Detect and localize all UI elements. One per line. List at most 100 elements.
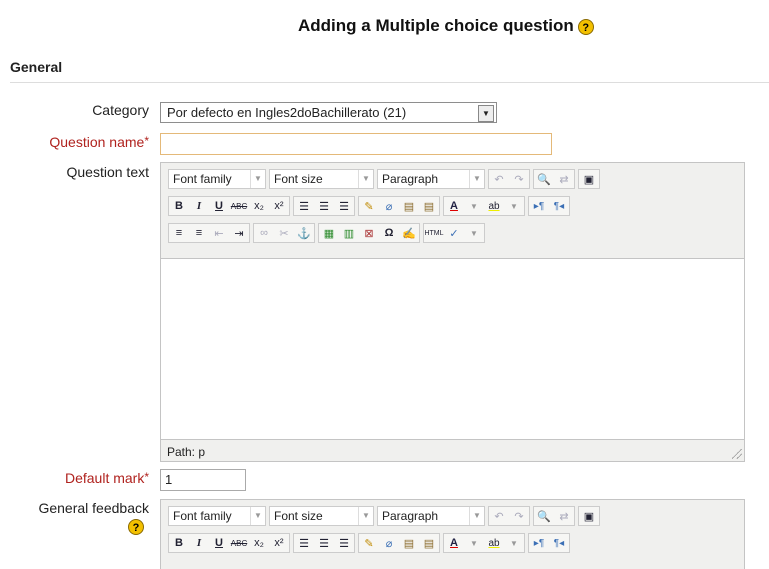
paste-text-icon[interactable]: ▤ xyxy=(399,533,419,553)
unlink-icon[interactable]: ✂ xyxy=(274,223,294,243)
help-icon[interactable]: ? xyxy=(577,18,594,35)
insert-group: ▦ ▥ ⊠ Ω ✍ xyxy=(318,223,420,243)
color-group: A ▼ ab ▼ xyxy=(443,533,525,553)
font-family-dropdown[interactable]: Font family ▼ xyxy=(168,506,266,526)
paragraph-text: Paragraph xyxy=(382,509,439,523)
chevron-down-icon[interactable]: ▼ xyxy=(464,196,484,216)
chevron-down-icon: ▼ xyxy=(250,507,265,525)
image-icon[interactable]: ▦ xyxy=(319,223,339,243)
paragraph-dropdown[interactable]: Paragraph ▼ xyxy=(377,169,485,189)
highlight-color-icon[interactable]: ab xyxy=(484,196,504,216)
default-mark-input[interactable]: 1 xyxy=(160,469,246,491)
html-icon[interactable]: HTML xyxy=(424,223,444,243)
chevron-down-icon[interactable]: ▼ xyxy=(504,196,524,216)
chevron-down-icon: ▼ xyxy=(358,507,373,525)
search-group: 🔍 ⇄ xyxy=(533,169,575,189)
question-name-input[interactable] xyxy=(160,133,552,155)
find-icon[interactable]: 🔍 xyxy=(534,506,554,526)
subscript-icon[interactable]: x₂ xyxy=(249,196,269,216)
align-right-icon[interactable]: ☰ xyxy=(334,533,354,553)
question-text-label: Question text xyxy=(66,164,150,180)
paragraph-dropdown[interactable]: Paragraph ▼ xyxy=(377,506,485,526)
chevron-down-icon[interactable]: ▼ xyxy=(504,533,524,553)
media-icon[interactable]: ▥ xyxy=(339,223,359,243)
direction-group: ▸¶ ¶◂ xyxy=(528,533,570,553)
chevron-down-icon[interactable]: ▼ xyxy=(464,533,484,553)
outdent-icon[interactable]: ⇤ xyxy=(209,223,229,243)
redo-icon[interactable]: ↷ xyxy=(509,506,529,526)
paste-text-icon[interactable]: ▤ xyxy=(399,196,419,216)
equation-icon[interactable]: ⊠ xyxy=(359,223,379,243)
fullscreen-icon[interactable]: ▣ xyxy=(579,169,599,189)
align-center-icon[interactable]: ☰ xyxy=(314,533,334,553)
ltr-icon[interactable]: ▸¶ xyxy=(529,196,549,216)
color-group: A ▼ ab ▼ xyxy=(443,196,525,216)
eraser-icon[interactable]: ⌀ xyxy=(379,533,399,553)
font-size-dropdown[interactable]: Font size ▼ xyxy=(269,506,374,526)
rtl-icon[interactable]: ¶◂ xyxy=(549,196,569,216)
chevron-down-icon[interactable]: ▼ xyxy=(478,105,494,122)
align-right-icon[interactable]: ☰ xyxy=(334,196,354,216)
chevron-down-icon[interactable]: ▼ xyxy=(464,223,484,243)
clipboard-group: ✎ ⌀ ▤ ▤ xyxy=(358,196,440,216)
bold-icon[interactable]: B xyxy=(169,196,189,216)
text-color-icon[interactable]: A xyxy=(444,533,464,553)
superscript-icon[interactable]: x² xyxy=(269,533,289,553)
align-left-icon[interactable]: ☰ xyxy=(294,533,314,553)
align-center-icon[interactable]: ☰ xyxy=(314,196,334,216)
help-icon[interactable]: ? xyxy=(128,519,144,535)
font-size-dropdown[interactable]: Font size ▼ xyxy=(269,169,374,189)
font-family-text: Font family xyxy=(173,172,232,186)
category-select[interactable]: Por defecto en Ingles2doBachillerato (21… xyxy=(160,102,497,123)
rtl-icon[interactable]: ¶◂ xyxy=(549,533,569,553)
italic-icon[interactable]: I xyxy=(189,196,209,216)
paste-word-icon[interactable]: ▤ xyxy=(419,196,439,216)
superscript-icon[interactable]: x² xyxy=(269,196,289,216)
format-group: B I U ABC x₂ x² xyxy=(168,196,290,216)
font-size-text: Font size xyxy=(274,172,323,186)
section-divider xyxy=(10,82,769,83)
redo-icon[interactable]: ↷ xyxy=(509,169,529,189)
resize-handle-icon[interactable] xyxy=(732,449,742,459)
bullet-list-icon[interactable]: ≡ xyxy=(169,223,189,243)
anchor-icon[interactable]: ⚓ xyxy=(294,223,314,243)
special-char-icon[interactable]: Ω xyxy=(379,223,399,243)
link-icon[interactable]: ∞ xyxy=(254,223,274,243)
find-icon[interactable]: 🔍 xyxy=(534,169,554,189)
indent-icon[interactable]: ⇥ xyxy=(229,223,249,243)
strikethrough-icon[interactable]: ABC xyxy=(229,533,249,553)
underline-icon[interactable]: U xyxy=(209,196,229,216)
section-general[interactable]: General xyxy=(10,59,62,75)
align-group: ☰ ☰ ☰ xyxy=(293,533,355,553)
chevron-down-icon: ▼ xyxy=(469,507,484,525)
ltr-icon[interactable]: ▸¶ xyxy=(529,533,549,553)
spellcheck-icon[interactable]: ✓ xyxy=(444,223,464,243)
paste-word-icon[interactable]: ▤ xyxy=(419,533,439,553)
list-group: ≡ ≡ ⇤ ⇥ xyxy=(168,223,250,243)
bold-icon[interactable]: B xyxy=(169,533,189,553)
align-left-icon[interactable]: ☰ xyxy=(294,196,314,216)
question-text-area[interactable] xyxy=(161,258,744,440)
undo-icon[interactable]: ↶ xyxy=(489,169,509,189)
font-family-dropdown[interactable]: Font family ▼ xyxy=(168,169,266,189)
text-color-icon[interactable]: A xyxy=(444,196,464,216)
editor-path: Path: p xyxy=(167,445,206,459)
required-icon: * xyxy=(144,134,149,148)
search-group: 🔍 ⇄ xyxy=(533,506,575,526)
italic-icon[interactable]: I xyxy=(189,533,209,553)
replace-icon[interactable]: ⇄ xyxy=(554,506,574,526)
replace-icon[interactable]: ⇄ xyxy=(554,169,574,189)
edit-icon[interactable]: ✍ xyxy=(399,223,419,243)
strikethrough-icon[interactable]: ABC xyxy=(229,196,249,216)
question-name-label-text: Question name xyxy=(49,134,145,150)
eraser-icon[interactable]: ⌀ xyxy=(379,196,399,216)
highlight-color-icon[interactable]: ab xyxy=(484,533,504,553)
underline-icon[interactable]: U xyxy=(209,533,229,553)
subscript-icon[interactable]: x₂ xyxy=(249,533,269,553)
question-name-label: Question name* xyxy=(49,134,149,150)
cleanup-icon[interactable]: ✎ xyxy=(359,196,379,216)
cleanup-icon[interactable]: ✎ xyxy=(359,533,379,553)
undo-icon[interactable]: ↶ xyxy=(489,506,509,526)
fullscreen-icon[interactable]: ▣ xyxy=(579,506,599,526)
numbered-list-icon[interactable]: ≡ xyxy=(189,223,209,243)
